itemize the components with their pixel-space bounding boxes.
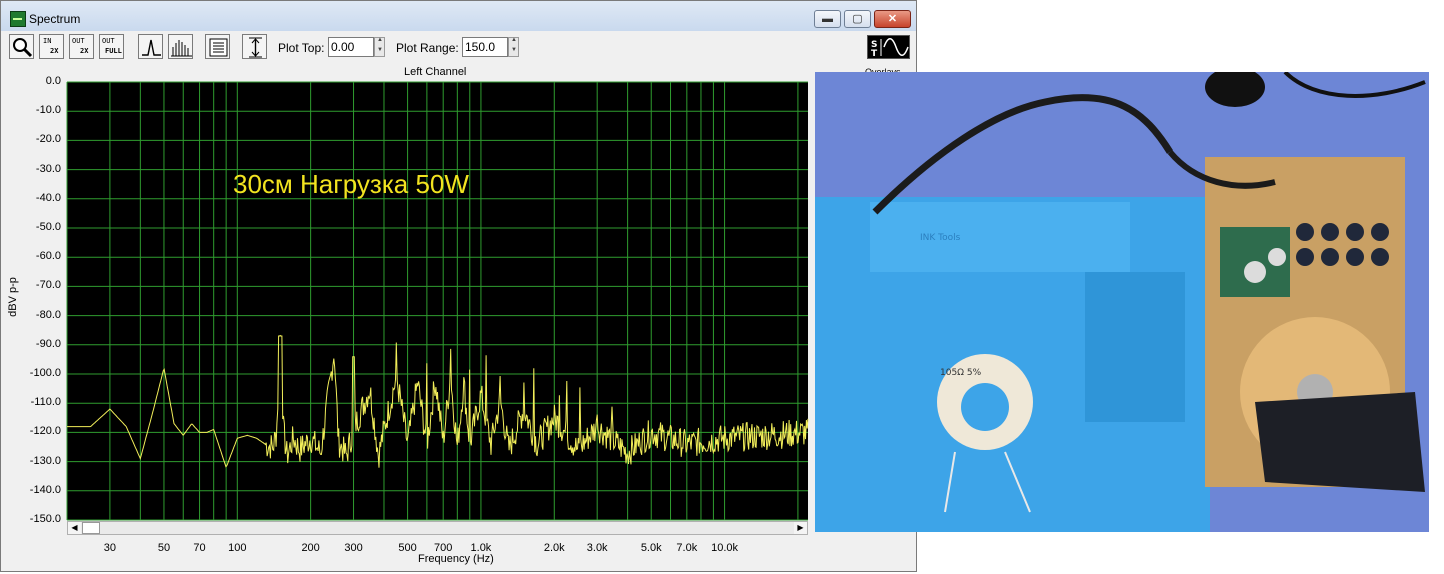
spectrum-trace — [67, 334, 809, 468]
horizontal-scrollbar[interactable]: ◀ ▶ — [67, 521, 808, 535]
x-tick-label: 50 — [157, 542, 171, 554]
x-tick-label: 70 — [193, 542, 206, 554]
x-axis-label: Frequency (Hz) — [418, 553, 494, 565]
y-tick-label: -150.0 — [29, 513, 61, 525]
y-tick-label: -30.0 — [35, 162, 61, 175]
y-axis-label: dBV p-p — [6, 277, 19, 317]
y-tick-label: -120.0 — [29, 425, 61, 438]
y-tick-label: -50.0 — [35, 221, 61, 233]
x-tick-label: 200 — [301, 542, 320, 554]
y-tick-label: -90.0 — [35, 337, 61, 350]
y-tick-label: -40.0 — [35, 191, 61, 204]
y-tick-label: -130.0 — [29, 454, 61, 467]
y-tick-label: -60.0 — [35, 250, 61, 263]
y-tick-label: -110.0 — [30, 396, 61, 409]
y-tick-label: -80.0 — [35, 308, 61, 321]
x-tick-label: 3.0k — [586, 542, 608, 554]
x-tick-label: 5.0k — [640, 542, 662, 554]
workbench-illustration: INK Tools 105Ω 5% — [815, 72, 1429, 532]
y-tick-label: -140.0 — [29, 483, 61, 496]
y-tick-label: -10.0 — [35, 104, 61, 117]
plot-annotation: 30см Нагрузка 50W — [233, 169, 469, 199]
x-tick-label: 10.0k — [711, 542, 739, 554]
mat-label: INK Tools — [920, 233, 961, 243]
scroll-right-arrow[interactable]: ▶ — [794, 522, 807, 534]
y-tick-label: -70.0 — [35, 279, 61, 292]
spectrum-chart — [66, 81, 809, 521]
x-tick-label: 100 — [228, 542, 247, 554]
y-tick-label: 0.0 — [45, 75, 61, 87]
scroll-left-arrow[interactable]: ◀ — [68, 522, 81, 534]
scroll-thumb[interactable] — [82, 522, 100, 534]
x-tick-label: 2.0k — [543, 542, 565, 554]
x-tick-label: 300 — [344, 542, 363, 554]
workbench-photo: INK Tools 105Ω 5% — [815, 72, 1429, 532]
x-tick-label: 7.0k — [676, 542, 698, 554]
y-tick-label: -100.0 — [29, 367, 61, 379]
y-tick-label: -20.0 — [35, 133, 61, 146]
spectrum-window: Spectrum ▬ ▢ ✕ IN 2X OUT 2X OUT FULL Plo… — [0, 0, 917, 572]
x-tick-label: 30 — [103, 542, 117, 554]
coil-label: 105Ω 5% — [940, 368, 982, 378]
